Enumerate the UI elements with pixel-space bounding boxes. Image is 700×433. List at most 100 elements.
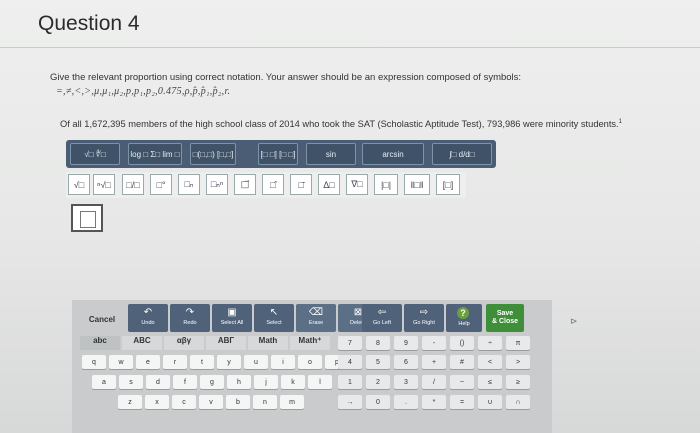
key-num2-1[interactable]: 5 <box>366 355 390 369</box>
mode-abc[interactable]: abc <box>80 336 120 350</box>
interval-button[interactable]: □(□,□) [□,□] <box>190 143 236 165</box>
key-row3-4[interactable]: b <box>226 395 250 409</box>
degree-button[interactable]: □° <box>150 174 172 195</box>
key-num1-2[interactable]: 9 <box>394 336 418 350</box>
mode-greek-lower[interactable]: αβγ <box>164 336 204 350</box>
key-num4-4[interactable]: = <box>450 395 474 409</box>
key-row2-5[interactable]: h <box>227 375 251 389</box>
key-row1-2[interactable]: e <box>136 355 160 369</box>
inverse-trig-button[interactable]: arcsin <box>362 143 424 165</box>
key-row2-1[interactable]: s <box>119 375 143 389</box>
key-num2-4[interactable]: # <box>450 355 474 369</box>
select-all-label: Select All <box>220 320 244 326</box>
nth-root-button[interactable]: ⁿ√□ <box>93 174 115 195</box>
key-num1-3[interactable]: - <box>422 336 446 350</box>
key-row1-1[interactable]: w <box>109 355 133 369</box>
norm-button[interactable]: ‖□‖ <box>404 174 430 195</box>
key-row3-5[interactable]: n <box>253 395 277 409</box>
key-row1-3[interactable]: r <box>163 355 187 369</box>
key-row1-6[interactable]: u <box>244 355 268 369</box>
hat-button[interactable]: □̂ <box>262 174 284 195</box>
key-row1-7[interactable]: i <box>271 355 295 369</box>
redo-button[interactable]: ↷ Redo <box>170 304 210 332</box>
key-num4-5[interactable]: ∪ <box>478 395 502 409</box>
redo-icon: ↷ <box>185 307 195 318</box>
key-row3-1[interactable]: x <box>145 395 169 409</box>
math-toolbar-secondary: √□ ⁿ√□ □/□ □° □ₙ □ₙⁿ □⃗ □̂ □̄ Δ□ ∇□ |□| … <box>66 172 466 198</box>
key-row1-5[interactable]: y <box>217 355 241 369</box>
mode-math[interactable]: Math <box>248 336 288 350</box>
key-row2-8[interactable]: l <box>308 375 332 389</box>
cancel-button[interactable]: Cancel <box>80 308 124 330</box>
key-num3-5[interactable]: ≤ <box>478 375 502 389</box>
key-num3-3[interactable]: / <box>422 375 446 389</box>
key-row2-3[interactable]: f <box>173 375 197 389</box>
key-num2-6[interactable]: > <box>506 355 530 369</box>
key-row3-0[interactable]: z <box>118 395 142 409</box>
nabla-button[interactable]: ∇□ <box>346 174 368 195</box>
go-left-button[interactable]: ⇦ Go Left <box>362 304 402 332</box>
select-icon: ↖ <box>269 307 279 318</box>
erase-button[interactable]: ⌫ Erase <box>296 304 336 332</box>
log-sum-lim-button[interactable]: log □ Σ□ lim □ <box>128 143 182 165</box>
vector-button[interactable]: □⃗ <box>234 174 256 195</box>
delta-button[interactable]: Δ□ <box>318 174 340 195</box>
calculus-button[interactable]: ∫□ d/d□ <box>432 143 492 165</box>
key-row1-0[interactable]: q <box>82 355 106 369</box>
save-close-button[interactable]: Save & Close <box>486 304 524 332</box>
select-all-button[interactable]: ▣ Select All <box>212 304 252 332</box>
key-num2-5[interactable]: < <box>478 355 502 369</box>
key-row1-4[interactable]: t <box>190 355 214 369</box>
root-templates-button[interactable]: √□ ∜□ <box>70 143 120 165</box>
allowed-symbols: =,≠,<,>,μ,μ₁,μ₂,p,p₁,p₂,0.475,ρ,p̂,p̂₁,p… <box>56 86 231 97</box>
key-num2-0[interactable]: 4 <box>338 355 362 369</box>
key-num1-5[interactable]: ÷ <box>478 336 502 350</box>
key-num4-6[interactable]: ∩ <box>506 395 530 409</box>
key-num1-1[interactable]: 8 <box>366 336 390 350</box>
key-row3-2[interactable]: c <box>172 395 196 409</box>
subscript-button[interactable]: □ₙ <box>178 174 200 195</box>
mode-ABC[interactable]: ABC <box>122 336 162 350</box>
undo-button[interactable]: ↶ Undo <box>128 304 168 332</box>
help-button[interactable]: ? Help <box>446 304 482 332</box>
key-num1-6[interactable]: π <box>506 336 530 350</box>
key-num3-2[interactable]: 3 <box>394 375 418 389</box>
key-row3-3[interactable]: v <box>199 395 223 409</box>
matrix-button[interactable]: [□ □] [□ □] <box>258 143 298 165</box>
go-right-label: Go Right <box>413 320 435 326</box>
fraction-button[interactable]: □/□ <box>122 174 144 195</box>
go-left-label: Go Left <box>372 320 392 326</box>
trig-button[interactable]: sin <box>306 143 356 165</box>
sqrt-button[interactable]: √□ <box>68 174 90 195</box>
bar-button[interactable]: □̄ <box>290 174 312 195</box>
undo-label: Undo <box>141 320 155 326</box>
key-row2-0[interactable]: a <box>92 375 116 389</box>
key-num2-3[interactable]: + <box>422 355 446 369</box>
mode-math-plus[interactable]: Math⁺ <box>290 336 330 350</box>
key-row2-4[interactable]: g <box>200 375 224 389</box>
key-num4-3[interactable]: * <box>422 395 446 409</box>
select-button[interactable]: ↖ Select <box>254 304 294 332</box>
key-num3-6[interactable]: ≥ <box>506 375 530 389</box>
key-num4-0[interactable]: → <box>338 395 362 409</box>
key-row2-7[interactable]: k <box>281 375 305 389</box>
key-row2-2[interactable]: d <box>146 375 170 389</box>
go-right-button[interactable]: ⇨ Go Right <box>404 304 444 332</box>
save-label: Save <box>496 310 514 317</box>
key-num3-4[interactable]: ~ <box>450 375 474 389</box>
sub-superscript-button[interactable]: □ₙⁿ <box>206 174 228 195</box>
answer-input[interactable] <box>71 204 103 232</box>
key-num4-2[interactable]: . <box>394 395 418 409</box>
key-row1-8[interactable]: o <box>298 355 322 369</box>
mode-greek-upper[interactable]: ΑΒΓ <box>206 336 246 350</box>
key-num2-2[interactable]: 6 <box>394 355 418 369</box>
key-num1-4[interactable]: () <box>450 336 474 350</box>
key-num3-0[interactable]: 1 <box>338 375 362 389</box>
bracket-button[interactable]: [□] <box>436 174 460 195</box>
key-row3-6[interactable]: m <box>280 395 304 409</box>
key-row2-6[interactable]: j <box>254 375 278 389</box>
key-num3-1[interactable]: 2 <box>366 375 390 389</box>
abs-button[interactable]: |□| <box>374 174 398 195</box>
key-num1-0[interactable]: 7 <box>338 336 362 350</box>
key-num4-1[interactable]: 0 <box>366 395 390 409</box>
